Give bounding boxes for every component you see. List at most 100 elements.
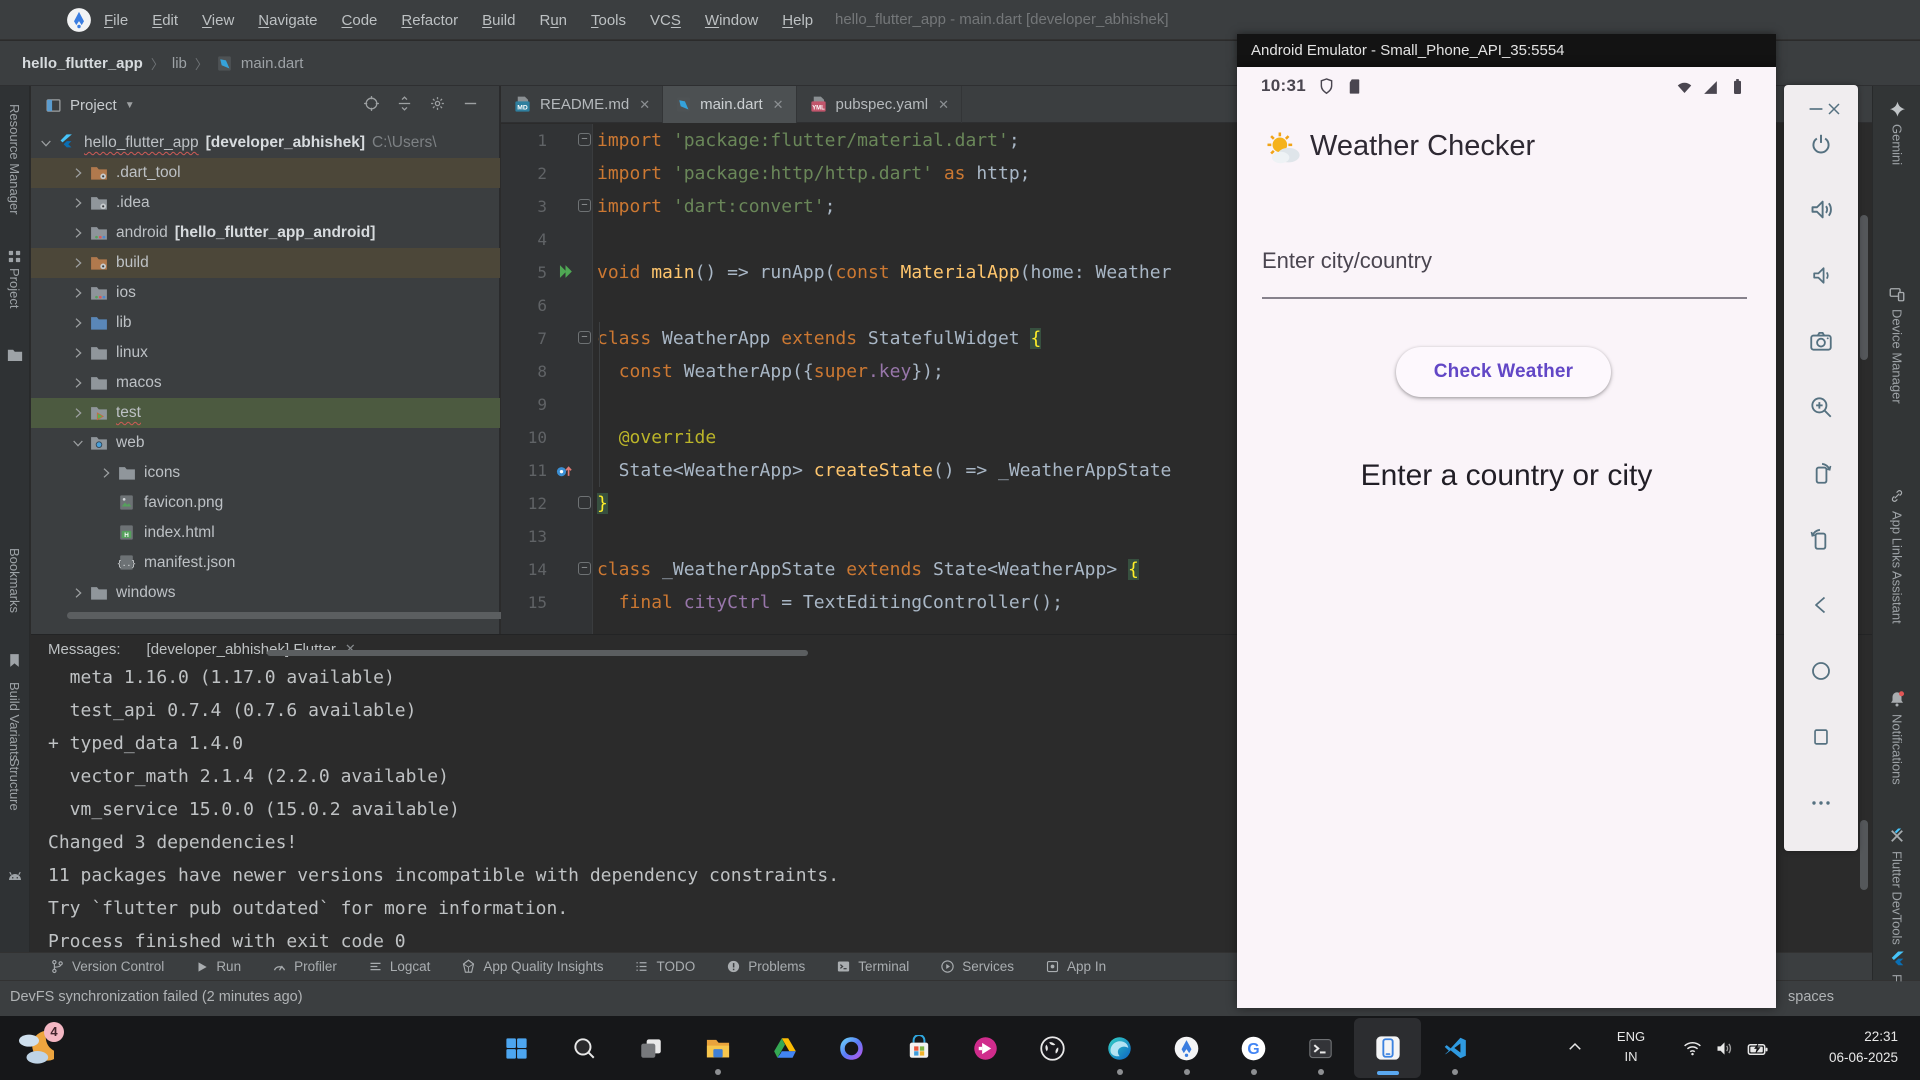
toolwindow-button-app-in[interactable]: App In <box>1045 959 1106 974</box>
toolwindow-button-profiler[interactable]: Profiler <box>272 959 337 974</box>
taskbar-search[interactable] <box>550 1018 617 1078</box>
check-weather-button[interactable]: Check Weather <box>1396 347 1611 397</box>
menu-view[interactable]: View <box>202 12 234 29</box>
toolwindow-button-app-quality-insights[interactable]: App Quality Insights <box>461 959 603 974</box>
tab-main-dart[interactable]: main.dart ✕ <box>663 86 797 123</box>
tree-item-test[interactable]: test <box>31 398 500 428</box>
tree-item-web[interactable]: web <box>31 428 500 458</box>
emulator-screen[interactable]: 10:31 Weather Checker Enter city/country… <box>1237 67 1776 1008</box>
bookmark-icon[interactable] <box>6 652 26 672</box>
toolwindow-button-problems[interactable]: Problems <box>726 959 805 974</box>
taskbar-task-view[interactable] <box>617 1018 684 1078</box>
tree-item-android[interactable]: android [hello_flutter_app_android] <box>31 218 500 248</box>
taskbar-copilot[interactable] <box>818 1018 885 1078</box>
chevron-down-icon[interactable] <box>37 135 55 151</box>
taskbar-google[interactable]: G <box>1220 1018 1287 1078</box>
chevron-right-icon[interactable] <box>69 585 87 601</box>
tray-battery-icon[interactable] <box>1746 1038 1768 1060</box>
toolwindow-button-build-variants[interactable]: Build Variants <box>7 682 22 761</box>
taskbar-obs-studio[interactable] <box>1019 1018 1086 1078</box>
taskbar-clipchamp[interactable] <box>952 1018 1019 1078</box>
toolwindow-button-resource-manager[interactable]: Resource Manager <box>7 104 22 215</box>
chevron-right-icon[interactable] <box>69 375 87 391</box>
tree-item-linux[interactable]: linux <box>31 338 500 368</box>
tray-chevron-up-icon[interactable] <box>1566 1038 1586 1058</box>
taskbar-microsoft-store[interactable] <box>885 1018 952 1078</box>
tree-item-build[interactable]: build <box>31 248 500 278</box>
tree-item-hello-flutter-app[interactable]: hello_flutter_app [developer_abhishek] C:\… <box>31 128 500 158</box>
toolwindow-button-terminal[interactable]: Terminal <box>836 959 909 974</box>
emulator-camera-icon[interactable] <box>1807 327 1835 355</box>
tab-pubspec-yaml[interactable]: YML pubspec.yaml ✕ <box>797 86 962 123</box>
taskbar-android-studio[interactable] <box>1153 1018 1220 1078</box>
emulator-volume-down-icon[interactable] <box>1807 261 1835 289</box>
close-icon[interactable]: ✕ <box>639 97 650 113</box>
taskbar-windows-terminal[interactable] <box>1287 1018 1354 1078</box>
toolwindow-button-f[interactable]: F <box>1873 950 1920 982</box>
taskbar-weather-widget[interactable]: 4 <box>14 1022 78 1072</box>
toolwindow-button-version-control[interactable]: Version Control <box>50 959 164 974</box>
city-input-label[interactable]: Enter city/country <box>1262 248 1432 274</box>
hide-panel-icon[interactable] <box>462 95 479 112</box>
menu-window[interactable]: Window <box>705 12 758 29</box>
toolwindow-button-services[interactable]: Services <box>940 959 1014 974</box>
tree-horizontal-scrollbar[interactable] <box>67 612 539 619</box>
taskbar-google-drive[interactable] <box>751 1018 818 1078</box>
menu-refactor[interactable]: Refactor <box>401 12 458 29</box>
close-icon[interactable]: ✕ <box>773 97 784 113</box>
toolwindow-button-flutter-devtools[interactable]: Flutter DevTools <box>1873 827 1920 945</box>
chevron-down-icon[interactable] <box>69 435 87 451</box>
stripe-folder-icon[interactable] <box>6 346 26 366</box>
emulator-overview-icon[interactable] <box>1807 723 1835 751</box>
menu-help[interactable]: Help <box>782 12 813 29</box>
settings-gear-icon[interactable] <box>429 95 446 112</box>
menu-tools[interactable]: Tools <box>591 12 626 29</box>
taskbar-vscode[interactable] <box>1421 1018 1488 1078</box>
clock[interactable]: 22:31 06-06-2025 <box>1770 1026 1898 1068</box>
tree-item--idea[interactable]: .idea <box>31 188 500 218</box>
toolwindow-button-gemini[interactable]: Gemini <box>1873 100 1920 165</box>
tree-item-windows[interactable]: windows <box>31 578 500 608</box>
editor-scrollbar[interactable] <box>1860 215 1868 360</box>
breadcrumb-item[interactable]: hello_flutter_app <box>22 55 143 72</box>
chevron-right-icon[interactable] <box>69 195 87 211</box>
toolwindow-button-app-links-assistant[interactable]: App Links Assistant <box>1873 487 1920 624</box>
emulator-power-icon[interactable] <box>1807 130 1835 158</box>
emulator-rotate-left-icon[interactable] <box>1807 459 1835 487</box>
toolwindow-button-run[interactable]: Run <box>195 959 241 974</box>
tree-item-ios[interactable]: ios <box>31 278 500 308</box>
chevron-right-icon[interactable] <box>69 345 87 361</box>
chevron-right-icon[interactable] <box>69 255 87 271</box>
messages-tab-scrollbar[interactable] <box>267 650 808 656</box>
tray-volume-icon[interactable] <box>1714 1038 1736 1060</box>
code-editor[interactable]: import 'package:flutter/material.dart'; i… <box>501 124 1237 634</box>
menu-code[interactable]: Code <box>342 12 378 29</box>
chevron-right-icon[interactable] <box>69 405 87 421</box>
taskbar-android-emulator[interactable] <box>1354 1018 1421 1078</box>
toolwindow-button-logcat[interactable]: Logcat <box>368 959 430 974</box>
tray-wifi-icon[interactable] <box>1682 1038 1704 1060</box>
chevron-right-icon[interactable] <box>69 225 87 241</box>
taskbar-file-explorer[interactable] <box>684 1018 751 1078</box>
menu-edit[interactable]: Edit <box>152 12 178 29</box>
city-input-field[interactable] <box>1262 297 1747 299</box>
emulator-rotate-right-icon[interactable] <box>1807 525 1835 553</box>
close-icon[interactable]: ✕ <box>938 97 949 113</box>
tree-item--dart-tool[interactable]: .dart_tool <box>31 158 500 188</box>
chevron-right-icon[interactable] <box>69 165 87 181</box>
taskbar-edge[interactable] <box>1086 1018 1153 1078</box>
android-head-icon[interactable] <box>6 868 26 888</box>
menu-run[interactable]: Run <box>539 12 567 29</box>
toolwindow-button-device-manager[interactable]: Device Manager <box>1873 285 1920 404</box>
menu-build[interactable]: Build <box>482 12 515 29</box>
emulator-window-titlebar[interactable]: Android Emulator - Small_Phone_API_35:55… <box>1237 34 1776 67</box>
tab-README-md[interactable]: MD README.md ✕ <box>501 86 664 123</box>
emulator-more-icon[interactable] <box>1807 789 1835 817</box>
console-scrollbar[interactable] <box>1860 820 1868 890</box>
emulator-close-icon[interactable] <box>1820 95 1848 123</box>
toolwindow-button-todo[interactable]: TODO <box>634 959 695 974</box>
chevron-right-icon[interactable] <box>69 285 87 301</box>
emulator-home-icon[interactable] <box>1807 657 1835 685</box>
toolwindow-button-structure[interactable]: Structure <box>7 758 22 811</box>
toolwindow-button-bookmarks[interactable]: Bookmarks <box>7 548 22 613</box>
